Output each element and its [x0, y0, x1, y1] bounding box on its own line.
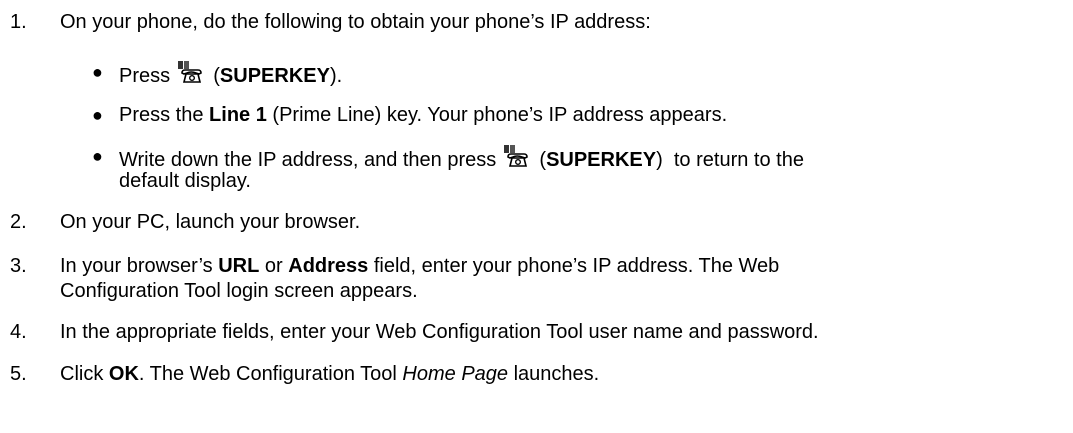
step-text-pre: Click: [60, 363, 104, 385]
superkey-phone-icon: [177, 61, 202, 83]
step-number: 3.: [10, 255, 27, 277]
substep-text: Press the Line 1 (Prime Line) key. Your …: [119, 103, 727, 127]
bullet-icon: ●: [92, 105, 103, 125]
substep-text-open: (: [213, 65, 220, 87]
substep-text-pre: Press: [119, 65, 171, 87]
step-text: On your phone, do the following to obtai…: [60, 11, 651, 33]
step-text: Click OK. The Web Configuration Tool Hom…: [60, 362, 599, 386]
bullet-icon: ●: [92, 146, 103, 166]
step-text: In the appropriate fields, enter your We…: [60, 321, 819, 343]
home-page-label: Home Page: [402, 363, 509, 385]
substep-text-post: (Prime Line) key. Your phone’s IP addres…: [272, 104, 728, 126]
step-number: 1.: [10, 11, 27, 33]
step-number: 4.: [10, 321, 27, 343]
substep-text-pre: Write down the IP address, and then pres…: [119, 149, 497, 171]
superkey-label: SUPERKEY: [219, 65, 330, 87]
step-text-post: field, enter your phone’s IP address. Th…: [373, 255, 780, 277]
line1-label: Line 1: [209, 104, 267, 126]
url-label: URL: [218, 255, 260, 277]
substep-text-cont: default display.: [119, 170, 251, 192]
instruction-document: 1. On your phone, do the following to ob…: [0, 0, 1073, 433]
bullet-icon: ●: [92, 62, 103, 82]
substep-text-pre: Press the: [119, 104, 204, 126]
substep-text: Press (SUPERKEY).: [119, 60, 342, 88]
substep-text-close: ) to return to the: [656, 149, 804, 171]
ok-label: OK: [108, 363, 139, 385]
substep-text-close: ).: [329, 65, 343, 87]
step-text-mid: . The Web Configuration Tool: [138, 363, 397, 385]
step-text: On your PC, launch your browser.: [60, 211, 361, 233]
step-text-mid: or: [264, 255, 283, 277]
step-number: 2.: [10, 211, 27, 233]
substep-text: Write down the IP address, and then pres…: [119, 144, 804, 172]
step-text-post: launches.: [513, 363, 600, 385]
step-text-pre: In your browser’s: [60, 255, 213, 277]
superkey-phone-icon: [503, 145, 528, 167]
address-label: Address: [288, 255, 369, 277]
step-text: In your browser’s URL or Address field, …: [60, 254, 779, 278]
superkey-label: SUPERKEY: [546, 149, 657, 171]
step-text-cont: Configuration Tool login screen appears.: [60, 280, 418, 302]
step-number: 5.: [10, 363, 27, 385]
